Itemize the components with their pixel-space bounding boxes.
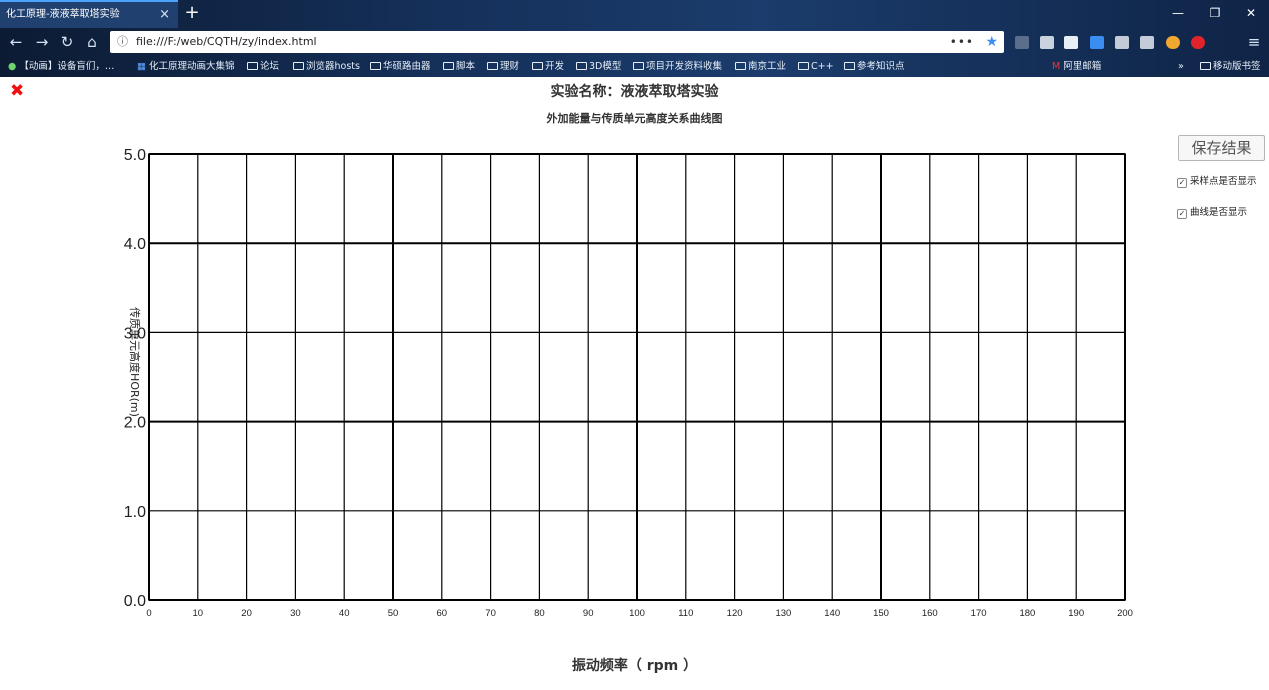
x-tick-label: 20 [241, 608, 252, 619]
x-tick-label: 150 [873, 608, 889, 619]
x-tick-label: 120 [727, 608, 743, 619]
x-axis-label: 振动频率（ rpm ） [571, 658, 698, 674]
x-tick-label: 0 [146, 608, 151, 619]
x-tick-label: 100 [629, 608, 645, 619]
y-tick-label: 0.0 [124, 593, 146, 610]
x-tick-label: 70 [485, 608, 496, 619]
x-tick-label: 110 [678, 608, 693, 619]
y-axis-label: 传质单元高度HOR(m) [128, 307, 141, 417]
x-tick-label: 160 [922, 608, 938, 619]
x-tick-label: 200 [1117, 608, 1133, 619]
x-tick-label: 10 [193, 608, 204, 619]
y-tick-label: 2.0 [124, 415, 146, 432]
x-tick-label: 80 [534, 608, 545, 619]
x-tick-label: 170 [971, 608, 987, 619]
x-tick-label: 180 [1019, 608, 1035, 619]
y-tick-label: 4.0 [124, 236, 146, 253]
x-tick-label: 40 [339, 608, 350, 619]
x-tick-label: 130 [775, 608, 791, 619]
chart-plot: 0 10 20 30 40 50 60 70 80 90 100 110 120 130 140 150 160… [124, 147, 1133, 619]
x-tick-label: 50 [388, 608, 399, 619]
x-tick-label: 190 [1068, 608, 1084, 619]
x-tick-label: 30 [290, 608, 301, 619]
x-tick-label: 90 [583, 608, 594, 619]
x-tick-label: 140 [824, 608, 840, 619]
y-tick-label: 1.0 [124, 504, 146, 521]
x-tick-label: 60 [437, 608, 448, 619]
y-tick-label: 5.0 [124, 147, 146, 164]
